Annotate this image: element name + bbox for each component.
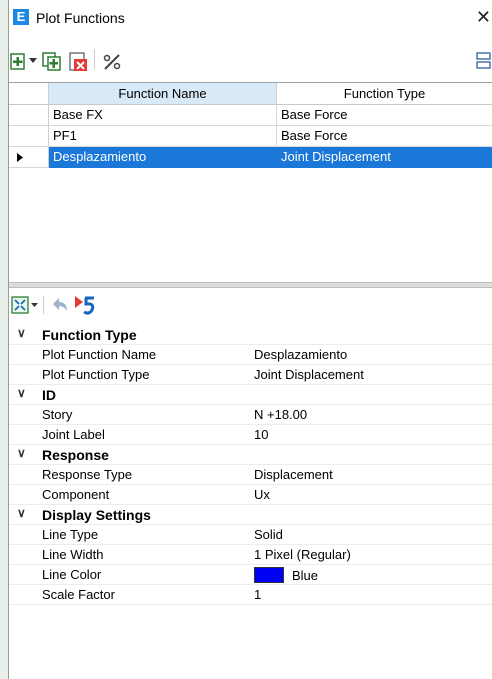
delete-function-icon[interactable] <box>67 51 89 73</box>
property-row[interactable]: Line Type Solid <box>9 525 492 545</box>
chevron-down-icon[interactable]: ∨ <box>17 506 26 520</box>
chevron-down-icon[interactable]: ∨ <box>17 446 26 460</box>
property-row[interactable]: Response Type Displacement <box>9 465 492 485</box>
close-icon[interactable]: ✕ <box>476 7 491 28</box>
toolbar-divider <box>43 296 44 314</box>
property-value[interactable]: Displacement <box>254 467 333 482</box>
undo-icon[interactable] <box>51 296 71 314</box>
app-icon: E <box>13 9 29 25</box>
line-color-value[interactable]: Blue <box>254 567 318 583</box>
property-row[interactable]: Component Ux <box>9 485 492 505</box>
property-value[interactable]: 1 <box>254 587 261 602</box>
function-type-cell[interactable]: Joint Displacement <box>277 147 492 168</box>
category-display-settings[interactable]: ∨ Display Settings <box>9 505 492 525</box>
row-pointer-icon <box>17 153 23 162</box>
property-name: Joint Label <box>42 427 105 442</box>
row-selector[interactable] <box>9 126 49 147</box>
function-type-cell[interactable]: Base Force <box>277 105 492 126</box>
property-name: Story <box>42 407 73 422</box>
table-row[interactable]: Desplazamiento Joint Displacement <box>9 147 492 168</box>
function-name-cell[interactable]: Desplazamiento <box>49 147 277 168</box>
property-value[interactable]: 10 <box>254 427 268 442</box>
property-row[interactable]: Line Width 1 Pixel (Regular) <box>9 545 492 565</box>
property-value[interactable]: Joint Displacement <box>254 367 364 382</box>
function-name-cell[interactable]: Base FX <box>49 105 277 126</box>
property-row[interactable]: Joint Label 10 <box>9 425 492 445</box>
panel-options-icon[interactable] <box>475 51 492 73</box>
functions-grid: Function Name Function Type Base FX Base… <box>9 82 492 283</box>
table-row[interactable]: Base FX Base Force <box>9 105 492 126</box>
property-row[interactable]: Story N +18.00 <box>9 405 492 425</box>
chevron-down-icon[interactable]: ∨ <box>17 326 26 340</box>
property-value[interactable]: Ux <box>254 487 270 502</box>
property-name: Scale Factor <box>42 587 115 602</box>
window-title: Plot Functions <box>36 10 125 26</box>
title-bar: E Plot Functions ✕ <box>9 0 492 34</box>
category-id[interactable]: ∨ ID <box>9 385 492 405</box>
property-row[interactable]: Plot Function Name Desplazamiento <box>9 345 492 365</box>
copy-function-icon[interactable] <box>41 51 63 73</box>
property-value[interactable]: Desplazamiento <box>254 347 347 362</box>
row-header-corner <box>9 83 49 105</box>
table-row[interactable]: PF1 Base Force <box>9 126 492 147</box>
add-function-icon[interactable] <box>9 51 27 71</box>
function-type-cell[interactable]: Base Force <box>277 126 492 147</box>
function-name-cell[interactable]: PF1 <box>49 126 277 147</box>
property-row[interactable]: Scale Factor 1 <box>9 585 492 605</box>
row-selector[interactable] <box>9 147 49 168</box>
column-header-function-type[interactable]: Function Type <box>277 83 492 105</box>
color-swatch[interactable] <box>254 567 284 583</box>
property-name: Line Type <box>42 527 99 542</box>
property-name: Line Width <box>42 547 104 562</box>
percent-scale-icon[interactable] <box>101 51 123 73</box>
grid-toolbar <box>9 48 492 76</box>
column-header-function-name[interactable]: Function Name <box>49 83 277 105</box>
property-name: Component <box>42 487 110 502</box>
expand-collapse-icon[interactable] <box>11 296 29 314</box>
row-selector[interactable] <box>9 105 49 126</box>
property-name: Response Type <box>42 467 133 482</box>
property-value[interactable]: Solid <box>254 527 283 542</box>
plot-functions-window: E Plot Functions ✕ Function Name Functio… <box>8 0 492 679</box>
property-value[interactable]: 1 Pixel (Regular) <box>254 547 351 562</box>
property-name: Line Color <box>42 567 102 582</box>
property-row[interactable]: Line Color Blue <box>9 565 492 585</box>
property-name: Plot Function Type <box>42 367 150 382</box>
redo-icon[interactable] <box>73 294 97 316</box>
chevron-down-icon[interactable]: ∨ <box>17 386 26 400</box>
property-value[interactable]: N +18.00 <box>254 407 307 422</box>
category-function-type[interactable]: ∨ Function Type <box>9 325 492 345</box>
properties-toolbar <box>9 294 492 320</box>
dropdown-arrow-icon[interactable] <box>29 58 37 64</box>
property-row[interactable]: Plot Function Type Joint Displacement <box>9 365 492 385</box>
property-name: Plot Function Name <box>42 347 157 362</box>
toolbar-divider <box>94 49 95 69</box>
category-response[interactable]: ∨ Response <box>9 445 492 465</box>
dropdown-arrow-icon[interactable] <box>31 303 38 308</box>
panel-splitter[interactable] <box>9 282 492 288</box>
